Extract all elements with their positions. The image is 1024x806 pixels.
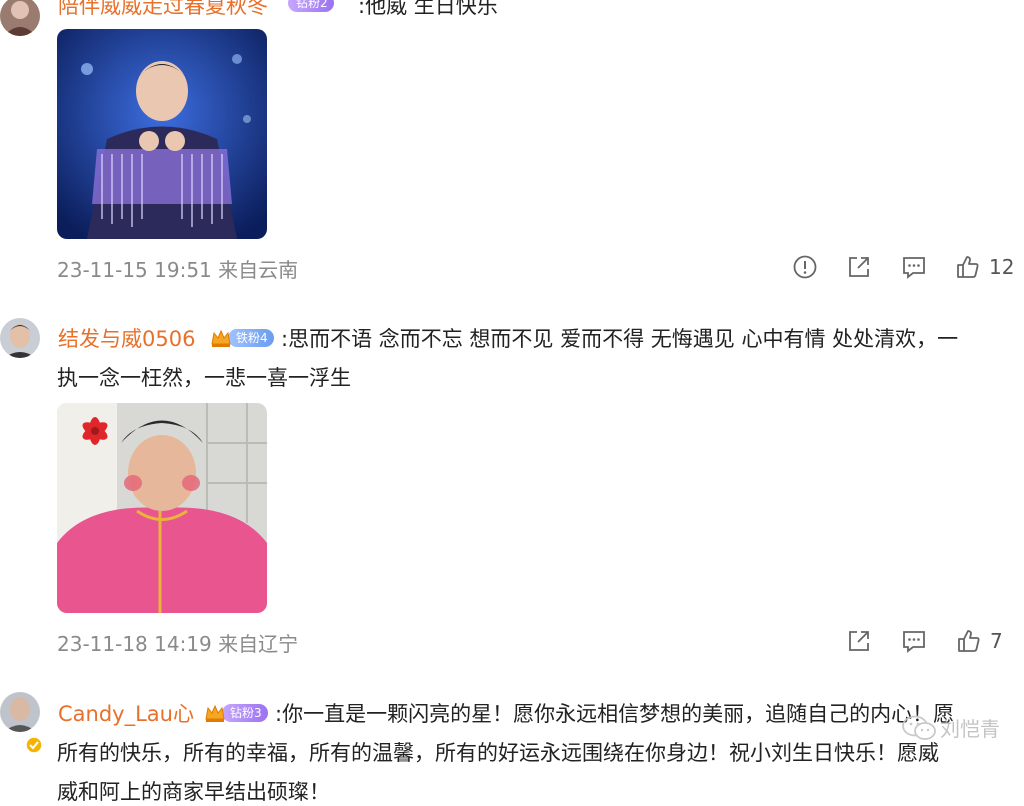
comment-text-line-1: :你一直是一颗闪亮的星！愿你永远相信梦想的美丽，追随自己的内心！愿	[275, 702, 955, 726]
watermark-text: 刘恺青	[940, 717, 1000, 741]
comment-meta: 23-11-15 19:51 来自云南	[57, 258, 299, 282]
share-button[interactable]	[846, 626, 872, 656]
comment-image[interactable]	[57, 403, 267, 613]
username[interactable]: 陪伴威威走过春夏秋冬	[58, 0, 268, 20]
share-button[interactable]	[846, 252, 872, 282]
reply-button[interactable]	[901, 626, 927, 656]
like-icon	[957, 256, 979, 278]
share-icon	[849, 257, 869, 277]
share-icon	[849, 631, 869, 651]
crown-icon	[205, 704, 225, 722]
fan-badge[interactable]: 钻粉2	[288, 0, 334, 13]
fan-badge[interactable]: 钻粉3	[204, 703, 268, 723]
like-icon	[958, 630, 980, 652]
like-count: 7	[990, 629, 1003, 653]
username[interactable]: 结发与威0506	[58, 323, 195, 353]
reply-icon	[903, 257, 925, 279]
comment-image[interactable]	[57, 29, 267, 239]
verified-icon	[25, 736, 43, 754]
comment-text-line-2: 执一念一枉然，一悲一喜一浮生	[57, 366, 351, 390]
like-button[interactable]: 12	[955, 252, 1014, 282]
badge-label: 钻粉3	[222, 704, 268, 722]
like-button[interactable]: 7	[956, 626, 1003, 656]
avatar[interactable]	[0, 0, 40, 36]
badge-label: 铁粉4	[228, 329, 274, 347]
fan-badge[interactable]: 铁粉4	[210, 328, 274, 348]
like-count: 12	[989, 255, 1015, 279]
comment-actions: 12	[784, 252, 1024, 282]
avatar[interactable]	[0, 692, 40, 732]
wechat-icon	[902, 715, 936, 740]
crown-icon	[211, 329, 231, 347]
comment-text-line-1: :思而不语 念而不忘 想而不见 爱而不得 无悔遇见 心中有情 处处清欢，一	[281, 327, 959, 351]
comment-meta: 23-11-18 14:19 来自辽宁	[57, 632, 299, 656]
reply-icon	[903, 631, 925, 653]
reply-button[interactable]	[901, 252, 927, 282]
username[interactable]: Candy_Lau心	[58, 698, 194, 728]
watermark: 刘恺青	[902, 713, 1000, 742]
report-icon	[793, 255, 817, 279]
comment-actions: 7	[839, 626, 1024, 656]
comment-1: 陪伴威威走过春夏秋冬 钻粉2 :他威 生日快乐 23-11-15 19:51 来…	[0, 0, 1024, 300]
avatar[interactable]	[0, 318, 40, 358]
report-button[interactable]	[792, 252, 818, 282]
comment-text-line-3: 威和阿上的商家早结出硕璨！	[57, 780, 330, 804]
badge-label: 钻粉2	[288, 0, 334, 12]
comment-text: :他威 生日快乐	[358, 0, 498, 18]
comment-text-line-2: 所有的快乐，所有的幸福，所有的温馨，所有的好运永远围绕在你身边！祝小刘生日快乐！…	[57, 741, 939, 765]
